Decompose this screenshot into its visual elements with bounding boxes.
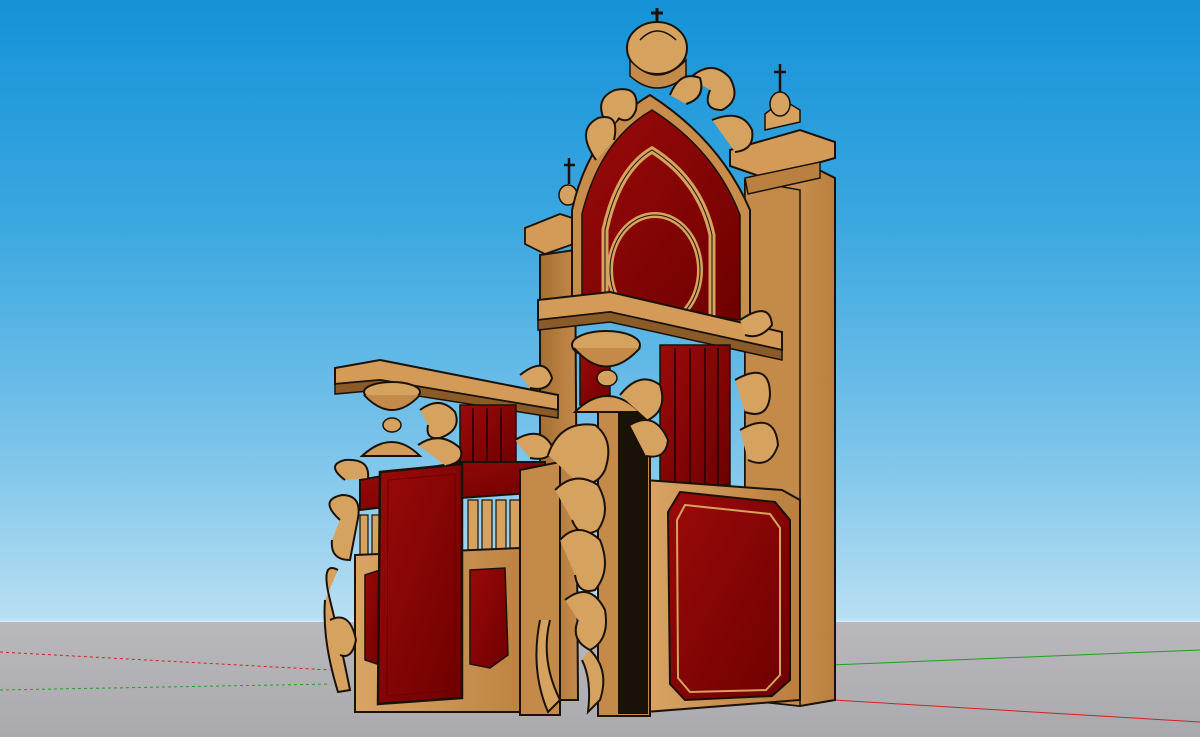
- right-panel-velvet: [666, 490, 791, 702]
- crown: [626, 8, 688, 89]
- 3d-viewport[interactable]: [0, 0, 1200, 737]
- lower-velvet-panel: [469, 567, 509, 669]
- green-axis-line-right: [829, 649, 1200, 666]
- green-axis-line: [0, 683, 331, 691]
- red-axis-line-right: [799, 697, 1200, 723]
- model-scene[interactable]: [0, 0, 1200, 737]
- velvet-drape: [376, 462, 464, 706]
- seat-right-panel[interactable]: [644, 478, 801, 714]
- right-finial-orb: [769, 91, 791, 117]
- red-axis-line: [0, 651, 331, 671]
